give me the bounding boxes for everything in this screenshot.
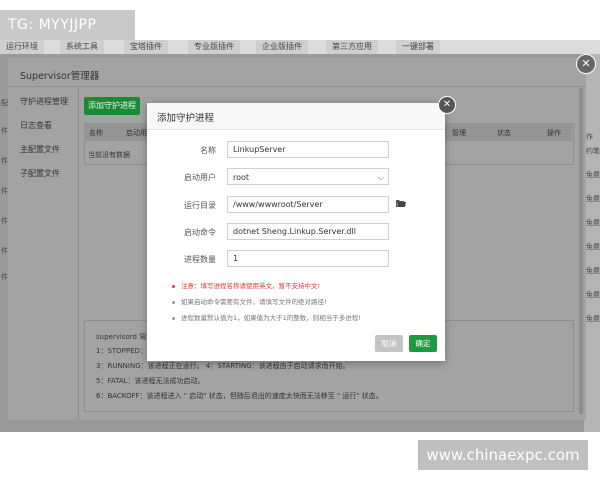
background-right-item: 免费 xyxy=(586,315,600,323)
bullet-icon xyxy=(172,316,175,320)
confirm-button[interactable]: 确定 xyxy=(409,335,437,352)
note-process-count: 进程数量默认值为1，如果值为大于1的整数，则相当于多进程! xyxy=(172,312,361,322)
info-line: supervisord 驾 xyxy=(96,333,147,341)
process-count-input[interactable] xyxy=(227,250,389,267)
column-start-user: 启动用 xyxy=(126,129,147,137)
background-right-item: 免费 xyxy=(586,291,600,299)
background-left-item: 件 xyxy=(1,217,8,225)
tab-enterprise-plugins[interactable]: 企业版插件 xyxy=(256,40,308,54)
supervisor-nav-divider xyxy=(78,87,79,420)
dialog-close-icon[interactable]: ✕ xyxy=(438,96,456,114)
start-user-label: 启动用户 xyxy=(184,173,216,182)
nav-sub-config[interactable]: 子配置文件 xyxy=(20,168,60,179)
start-command-label: 启动命令 xyxy=(184,228,216,237)
supervisor-title: Supervisor管理器 xyxy=(20,71,100,82)
table-empty-text: 当前没有数据 xyxy=(88,151,130,159)
nav-log-view[interactable]: 日志查看 xyxy=(20,120,52,131)
tab-system-tools[interactable]: 系统工具 xyxy=(60,40,104,54)
note-warning: 注意：填写进程名称请使用英文，暂不支持中文! xyxy=(172,280,320,290)
background-left-item: 配 xyxy=(1,99,8,107)
background-left-item: 件 xyxy=(1,273,8,281)
info-line: 6：BACKOFF：该进程进入 " 启动" 状态，但随后退出的速度太快而无法移至… xyxy=(96,392,383,400)
column-manage: 管理 xyxy=(452,129,466,137)
background-left-item: 件 xyxy=(1,247,8,255)
info-line: 5：FATAL：该进程无法成功启动。 xyxy=(96,377,205,385)
dialog-header: 添加守护进程 xyxy=(147,103,445,130)
supervisor-close-icon[interactable]: ✕ xyxy=(576,54,596,74)
bullet-icon xyxy=(172,300,175,304)
chevron-down-icon: ⌵ xyxy=(377,173,384,182)
column-status: 状态 xyxy=(497,129,511,137)
run-dir-label: 运行目录 xyxy=(184,201,216,210)
background-right-item: 免费 xyxy=(586,195,600,203)
background-right-item: 免费 xyxy=(586,243,600,251)
watermark-bottom-right: www.chinaexpc.com xyxy=(418,440,588,470)
background-right-item: 约笔 xyxy=(586,147,600,155)
tab-third-party[interactable]: 第三方应用 xyxy=(326,40,378,54)
column-actions: 操作 xyxy=(547,129,561,137)
tab-pro-plugins[interactable]: 专业版插件 xyxy=(188,40,240,54)
note-process-count-text: 进程数量默认值为1，如果值为大于1的整数，则相当于多进程! xyxy=(181,314,361,322)
name-input[interactable] xyxy=(227,141,389,158)
background-left-item: 件 xyxy=(1,187,8,195)
add-daemon-button[interactable]: 添加守护进程 xyxy=(84,97,140,115)
tab-bt-plugins[interactable]: 宝塔插件 xyxy=(124,40,168,54)
background-right-item: 免费 xyxy=(586,267,600,275)
background-right-item: 免费 xyxy=(586,219,600,227)
note-absolute-path: 如果启动命令需要有文件，请填写文件的绝对路径! xyxy=(172,296,327,306)
note-absolute-path-text: 如果启动命令需要有文件，请填写文件的绝对路径! xyxy=(181,298,327,306)
start-user-select[interactable]: root ⌵ xyxy=(227,168,389,185)
note-warning-text: 注意：填写进程名称请使用英文，暂不支持中文! xyxy=(181,282,321,290)
background-right-item: 免费 xyxy=(586,171,600,179)
tab-runtime[interactable]: 运行环境 xyxy=(0,40,44,54)
watermark-top-left: TG: MYYJJPP xyxy=(0,10,135,40)
background-right-item: 作 xyxy=(586,133,593,141)
nav-daemon-management[interactable]: 守护进程管理 xyxy=(20,96,68,107)
cancel-button[interactable]: 取消 xyxy=(375,335,403,352)
supervisor-divider xyxy=(8,86,586,87)
bullet-icon xyxy=(172,284,175,288)
start-command-input[interactable] xyxy=(227,223,389,240)
process-count-label: 进程数量 xyxy=(184,255,216,264)
nav-main-config[interactable]: 主配置文件 xyxy=(20,144,60,155)
folder-icon[interactable] xyxy=(396,199,406,207)
info-line: 3：RUNNING：该进程正在运行。 4：STARTING：该进程由于启动请求而… xyxy=(96,362,350,370)
background-left-item: 件 xyxy=(1,127,8,135)
run-dir-input[interactable] xyxy=(227,196,389,213)
dialog-title: 添加守护进程 xyxy=(157,113,215,124)
panel-scrollbar[interactable] xyxy=(579,88,583,414)
column-name: 名称 xyxy=(89,129,103,137)
start-user-value: root xyxy=(233,173,250,182)
background-left-item: 件 xyxy=(1,157,8,165)
tab-one-click-deploy[interactable]: 一键部署 xyxy=(396,40,440,54)
info-line: 1：STOPPED： xyxy=(96,347,147,355)
name-label: 名称 xyxy=(200,146,216,155)
